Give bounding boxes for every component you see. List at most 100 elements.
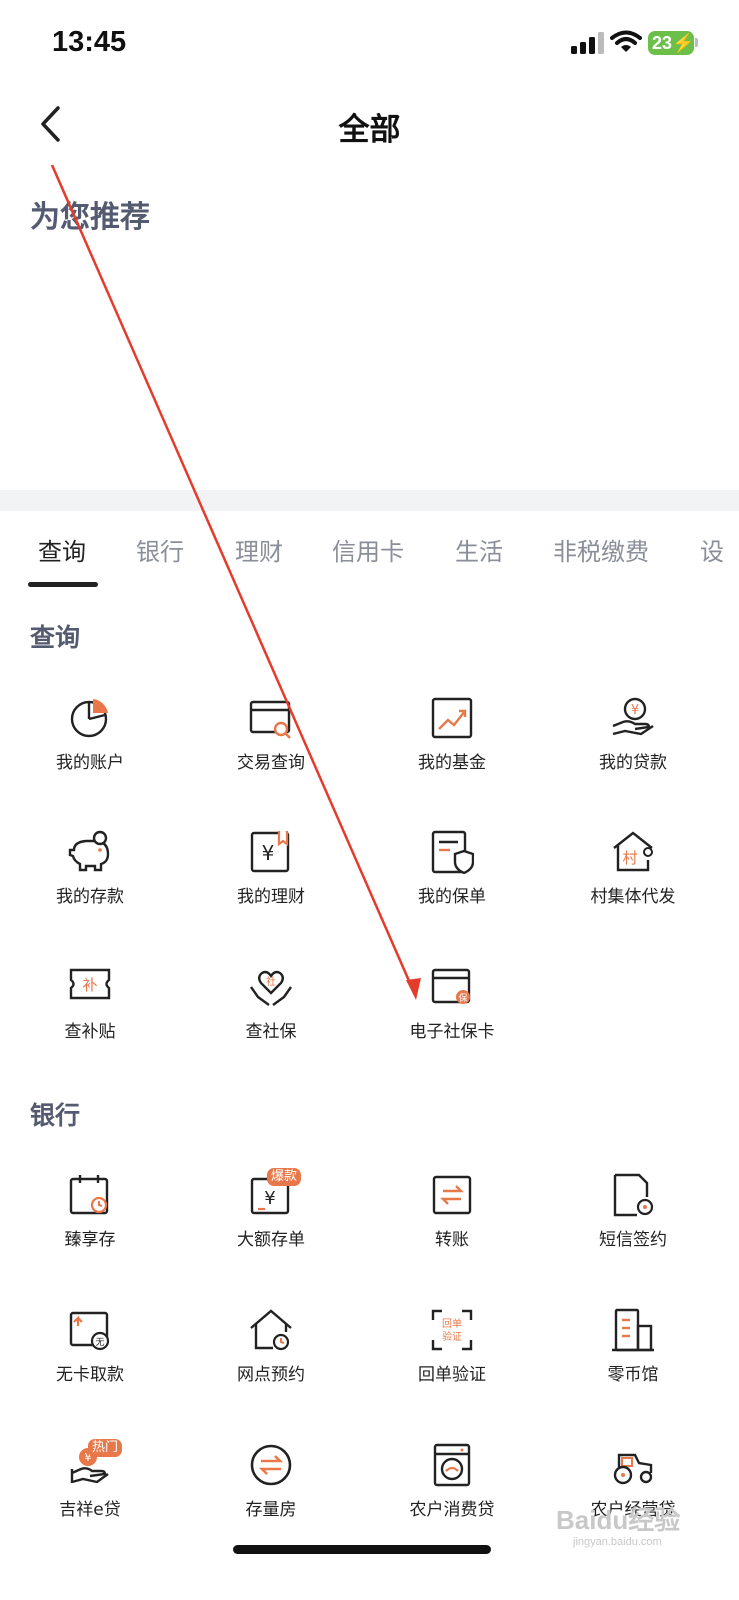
watermark-url: jingyan.baidu.com	[573, 1536, 662, 1548]
grid-item-label: 回单验证	[418, 1365, 486, 1385]
battery-indicator: 23⚡	[648, 31, 694, 55]
grid-item-existing-housing[interactable]: 存量房	[191, 1443, 351, 1553]
grid-item-label: 我的保单	[418, 887, 486, 907]
social-security-hands-icon: 社	[250, 970, 292, 1006]
grid-item-receipt-verification[interactable]: 回单 验证 回单验证	[372, 1308, 532, 1418]
grid-item-label: 无卡取款	[56, 1365, 124, 1385]
grid-item-label: 我的存款	[56, 887, 124, 907]
grid-item-label: 吉祥e贷	[59, 1500, 121, 1520]
piggy-bank-icon	[68, 830, 110, 872]
tractor-icon	[613, 1453, 653, 1485]
grid-item-my-deposit[interactable]: 我的存款	[10, 830, 170, 940]
grid-item-label: 电子社保卡	[409, 1022, 495, 1042]
status-bar: 13:45 23⚡	[0, 0, 739, 90]
document-shield-icon	[431, 830, 474, 874]
receipt-icon-text-bottom: 验证	[442, 1330, 462, 1343]
grid-item-transfer[interactable]: 转账	[372, 1173, 532, 1283]
grid-item-label: 查社保	[245, 1022, 297, 1042]
tab-settings[interactable]: 设	[700, 532, 724, 567]
grid-item-e-social-card[interactable]: 保 电子社保卡	[372, 965, 532, 1075]
village-house-icon: 村	[613, 831, 653, 872]
grid-item-query-subsidy[interactable]: 补 查补贴	[10, 965, 170, 1075]
grid-item-my-loan[interactable]: ¥ 我的贷款	[553, 696, 713, 806]
svg-text:保: 保	[458, 992, 467, 1004]
calendar-clock-icon	[69, 1175, 109, 1215]
grid-item-label: 我的贷款	[599, 753, 667, 773]
grid-item-transaction-query[interactable]: 交易查询	[191, 696, 351, 806]
status-time: 13:45	[52, 26, 127, 58]
watermark-logo: Baidu经验	[556, 1505, 681, 1535]
card-search-icon	[249, 700, 291, 739]
grid-item-label: 臻享存	[64, 1230, 116, 1250]
exchange-circle-icon	[250, 1444, 292, 1486]
tab-life[interactable]: 生活	[455, 532, 503, 567]
grid-item-cardless-withdrawal[interactable]: 无 无卡取款	[10, 1308, 170, 1418]
svg-text:¥: ¥	[631, 703, 639, 718]
category-tabs: 查询 银行 理财 信用卡 生活 非税缴费 设	[0, 520, 739, 590]
tab-active-indicator	[28, 582, 98, 587]
grid-item-label: 零币馆	[607, 1365, 659, 1385]
svg-text:村: 村	[622, 849, 637, 867]
cardless-withdraw-icon: 无	[69, 1311, 110, 1351]
grid-item-label: 我的基金	[418, 753, 486, 773]
grid-item-query-social-security[interactable]: 社 查社保	[191, 965, 351, 1075]
hot-deal-badge: 爆款	[267, 1168, 302, 1186]
sms-document-icon	[613, 1173, 654, 1217]
grid-item-label: 查补贴	[64, 1022, 116, 1042]
grid-item-jixiang-e-loan[interactable]: ¥ 热门 吉祥e贷	[10, 1439, 170, 1553]
svg-text:¥: ¥	[262, 841, 275, 865]
section-title-query: 查询	[30, 623, 81, 652]
receipt-icon-text-top: 回单	[442, 1318, 462, 1330]
grid-item-label: 交易查询	[237, 753, 305, 773]
tab-non-tax-payment[interactable]: 非税缴费	[553, 532, 649, 567]
battery-nub	[695, 38, 698, 47]
svg-text:¥: ¥	[264, 1188, 275, 1209]
wifi-icon	[610, 30, 642, 52]
grid-item-my-wealth[interactable]: ¥ 我的理财	[191, 830, 351, 940]
subsidy-ticket-icon: 补	[69, 968, 111, 1000]
hand-coin-icon: ¥	[612, 697, 654, 736]
grid-item-branch-appointment[interactable]: 网点预约	[191, 1308, 351, 1418]
grid-item-premium-deposit[interactable]: 臻享存	[10, 1173, 170, 1283]
coin-building-icon	[612, 1308, 654, 1352]
battery-level: 23	[652, 33, 673, 53]
grid-item-my-fund[interactable]: 我的基金	[372, 696, 532, 806]
grid-item-my-account[interactable]: 我的账户	[10, 696, 170, 806]
grid-item-coin-hall[interactable]: 零币馆	[553, 1308, 713, 1418]
grid-item-my-policy[interactable]: 我的保单	[372, 830, 532, 940]
grid-item-label: 大额存单	[237, 1230, 305, 1250]
section-title-bank: 银行	[30, 1101, 81, 1130]
grid-item-village-payment[interactable]: 村 村集体代发	[553, 830, 713, 940]
grid-item-label: 我的账户	[56, 753, 124, 773]
grid-item-large-deposit-certificate[interactable]: ¥ 爆款 大额存单	[191, 1168, 351, 1283]
tab-wealth[interactable]: 理财	[235, 532, 283, 567]
tab-credit-card[interactable]: 信用卡	[332, 532, 404, 567]
grid-item-sms-signing[interactable]: 短信签约	[553, 1173, 713, 1283]
washing-machine-icon	[433, 1443, 471, 1487]
grid-item-label: 村集体代发	[590, 887, 676, 907]
receipt-verify-icon: 回单 验证	[431, 1309, 473, 1351]
section-divider	[0, 490, 739, 511]
svg-text:无: 无	[95, 1337, 104, 1348]
recommend-title: 为您推荐	[30, 200, 150, 235]
transfer-icon	[432, 1175, 472, 1215]
grid-item-farmer-consumer-loan[interactable]: 农户消费贷	[372, 1443, 532, 1553]
cellular-signal-icon	[571, 32, 604, 54]
grid-item-label: 存量房	[245, 1500, 297, 1520]
hot-badge: 热门	[88, 1439, 123, 1457]
pie-chart-icon	[70, 699, 108, 738]
tab-query[interactable]: 查询	[38, 532, 86, 567]
home-indicator	[233, 1545, 491, 1554]
branch-house-clock-icon	[250, 1309, 292, 1351]
grid-item-label: 转账	[435, 1230, 469, 1250]
social-card-icon: 保	[431, 968, 471, 1004]
page-title: 全部	[338, 112, 401, 148]
trend-chart-icon	[431, 697, 473, 739]
nav-bar: 全部	[0, 90, 739, 160]
yuan-bookmark-icon: ¥	[250, 831, 290, 873]
grid-item-label: 农户消费贷	[409, 1500, 495, 1520]
svg-text:社: 社	[266, 975, 276, 988]
svg-text:补: 补	[82, 976, 97, 994]
tab-bank[interactable]: 银行	[136, 532, 184, 567]
grid-item-label: 短信签约	[599, 1230, 667, 1250]
